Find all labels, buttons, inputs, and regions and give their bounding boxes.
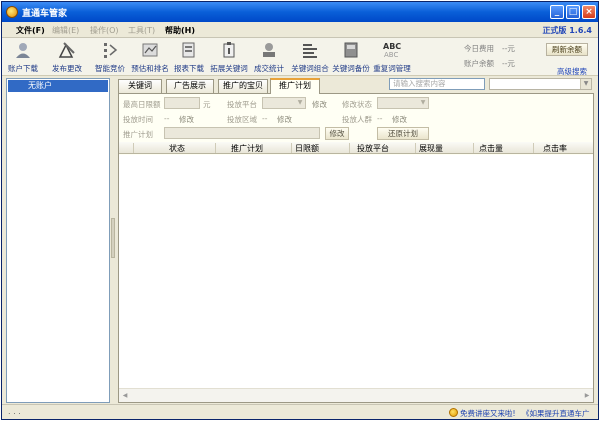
horizontal-scrollbar[interactable]: ◀ ▶ [119, 388, 593, 402]
app-window: 直通车管家 _ □ × 文件(F) 编辑(E) 操作(O) 工具(T) 帮助(H… [1, 1, 599, 420]
platform-select[interactable]: ▼ [262, 97, 306, 109]
tool-duplicate-manage[interactable]: ABC ABC 重复词管理 [373, 40, 411, 74]
tab-promoted-items[interactable]: 推广的宝贝 [218, 79, 268, 93]
menu-help[interactable]: 帮助(H) [165, 25, 195, 36]
account-tree[interactable]: 无账户 [6, 78, 110, 403]
svg-text:ABC: ABC [384, 51, 398, 59]
abc-duplicate-icon: ABCABC [383, 42, 401, 59]
account-item[interactable]: 无账户 [8, 80, 108, 92]
keyword-backup-icon [344, 42, 358, 58]
tool-publish[interactable]: 发布更改 [52, 40, 82, 74]
status-dots: . . . [8, 407, 21, 416]
scroll-left-icon[interactable]: ◀ [120, 391, 130, 401]
region-edit-link[interactable]: 修改 [277, 114, 292, 125]
minimize-button[interactable]: _ [550, 5, 564, 19]
window-title: 直通车管家 [22, 9, 68, 19]
column-platform[interactable]: 投放平台 [357, 143, 389, 154]
scroll-right-icon[interactable]: ▶ [582, 391, 592, 401]
crowd-label: 投放人群 [342, 115, 372, 124]
tool-account-download[interactable]: 账户下载 [8, 40, 38, 74]
search-scope-select[interactable]: ▼ [489, 78, 592, 90]
keyword-combine-icon [303, 44, 317, 58]
plan-panel: 最高日限额 元 投放平台 ▼ 修改 修改状态 ▼ 投放时间 -- 修改 投放区域… [118, 93, 594, 403]
menu-file[interactable]: 文件(F) [16, 25, 45, 36]
tool-smart-bid[interactable]: 智能竞价 [95, 40, 125, 74]
deal-stats-icon [263, 43, 275, 57]
plan-name-input[interactable] [164, 127, 320, 139]
status-label: 修改状态 [342, 100, 372, 109]
tool-ranking[interactable]: 预估和排名 [131, 40, 169, 74]
table-header: 状态 推广计划 日限额 投放平台 展现量 点击量 点击率 [119, 142, 593, 154]
chevron-down-icon: ▼ [580, 79, 591, 89]
menu-operate[interactable]: 操作(O) [90, 25, 119, 36]
tab-ad-display[interactable]: 广告展示 [166, 79, 214, 93]
menu-bar: 文件(F) 编辑(E) 操作(O) 工具(T) 帮助(H) 正式版 1.6.4 [2, 22, 598, 38]
time-value: -- [164, 114, 170, 123]
today-cost-label: 今日费用 [464, 44, 494, 53]
column-clicks[interactable]: 点击量 [479, 143, 503, 154]
publish-icon [58, 42, 75, 58]
app-logo-icon [6, 6, 18, 18]
status-bar: . . . 免费讲座又来啦! 《如果提升直通车广 [2, 404, 598, 419]
svg-text:ABC: ABC [383, 42, 401, 51]
daily-limit-label: 最高日限额 [123, 100, 161, 109]
region-label: 投放区域 [227, 115, 257, 124]
user-download-icon [16, 43, 30, 58]
column-daily-limit[interactable]: 日限额 [295, 143, 319, 154]
keyword-expand-icon [223, 42, 235, 58]
plan-edit-button[interactable]: 修改 [325, 127, 349, 140]
status-select[interactable]: ▼ [377, 97, 429, 109]
maximize-button[interactable]: □ [566, 5, 580, 19]
free-lecture-link[interactable]: 免费讲座又来啦! [460, 408, 516, 419]
plan-table-body[interactable] [119, 155, 593, 388]
column-plan[interactable]: 推广计划 [231, 143, 263, 154]
toolbar: 账户下载 发布更改 智能竞价 预估和排名 报表下载 拓展关键词 成交统计 关键词… [2, 38, 598, 76]
daily-limit-input[interactable] [164, 97, 200, 109]
platform-edit-link[interactable]: 修改 [312, 99, 327, 110]
region-value: -- [262, 114, 268, 123]
smart-bid-icon [104, 43, 118, 58]
crowd-value: -- [377, 114, 383, 123]
tool-deal-stats[interactable]: 成交统计 [254, 40, 284, 74]
yuan-unit: 元 [203, 100, 211, 109]
ranking-icon [142, 43, 158, 57]
tab-keywords[interactable]: 关键词 [118, 79, 162, 93]
tool-keyword-expand[interactable]: 拓展关键词 [210, 40, 248, 74]
tool-report-download[interactable]: 报表下载 [174, 40, 204, 74]
platform-label: 投放平台 [227, 100, 257, 109]
tab-promotion-plans[interactable]: 推广计划 [270, 78, 320, 94]
menu-edit[interactable]: 编辑(E) [52, 25, 79, 36]
refresh-balance-button[interactable]: 刷新余额 [546, 43, 588, 56]
crowd-edit-link[interactable]: 修改 [392, 114, 407, 125]
today-cost-value: --元 [502, 44, 515, 53]
time-label: 投放时间 [123, 115, 153, 124]
menu-tools[interactable]: 工具(T) [128, 25, 155, 36]
tool-keyword-backup[interactable]: 关键词备份 [332, 40, 370, 74]
tool-keyword-combine[interactable]: 关键词组合 [291, 40, 329, 74]
column-ctr[interactable]: 点击率 [543, 143, 567, 154]
chevron-down-icon: ▼ [297, 99, 303, 106]
close-button[interactable]: × [582, 5, 596, 19]
panel-splitter[interactable] [110, 78, 116, 403]
search-input[interactable]: 请输入搜索内容 [389, 78, 485, 90]
report-download-icon [182, 42, 195, 58]
article-link[interactable]: 《如果提升直通车广 [522, 408, 590, 419]
time-edit-link[interactable]: 修改 [179, 114, 194, 125]
plan-label: 推广计划 [123, 130, 153, 139]
version-label: 正式版 1.6.4 [542, 26, 592, 35]
splitter-grip-icon[interactable] [111, 218, 115, 258]
title-bar[interactable]: 直通车管家 _ □ × [2, 2, 598, 22]
restore-plan-button[interactable]: 还原计划 [377, 127, 429, 140]
column-status[interactable]: 状态 [169, 143, 185, 154]
chevron-down-icon: ▼ [420, 99, 426, 106]
advanced-search-link[interactable]: 高级搜索 [557, 66, 587, 77]
column-impressions[interactable]: 展现量 [419, 143, 443, 154]
balance-label: 账户余额 [464, 59, 494, 68]
info-bulb-icon [449, 408, 458, 417]
balance-value: --元 [502, 59, 515, 68]
